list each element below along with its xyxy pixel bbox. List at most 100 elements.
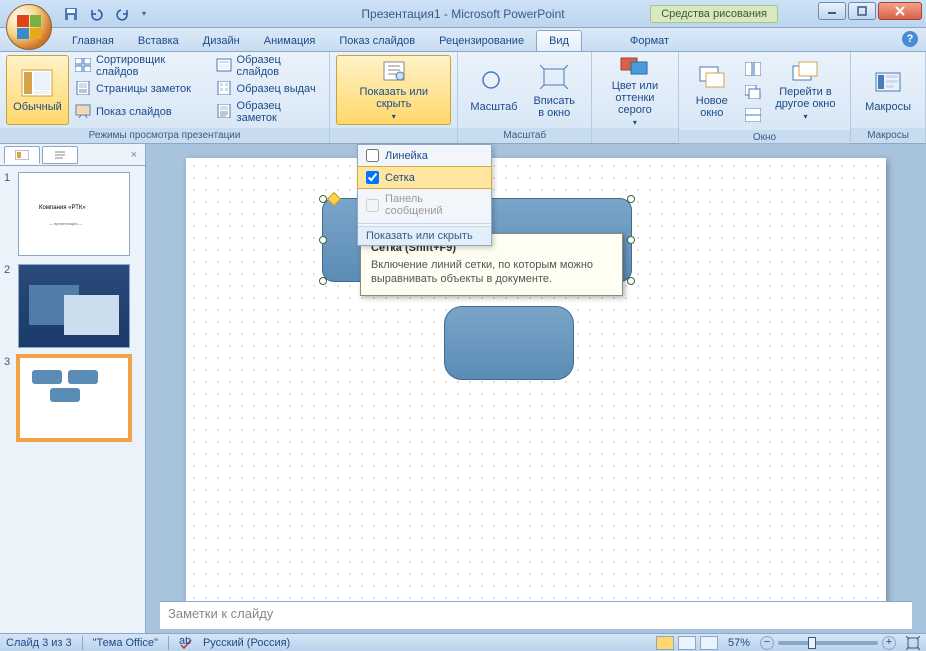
slide[interactable] bbox=[186, 158, 886, 601]
group-show-hide: Показать или скрыть▾ bbox=[330, 52, 458, 143]
fit-window-button[interactable]: Вписать в окно bbox=[523, 55, 585, 125]
cascade-button[interactable] bbox=[739, 82, 767, 104]
language-indicator[interactable]: Русский (Россия) bbox=[203, 637, 290, 649]
zoom-button[interactable]: Масштаб bbox=[464, 55, 523, 125]
cascade-icon bbox=[745, 85, 761, 101]
normal-view-icon bbox=[21, 67, 53, 99]
group-color: Цвет или оттенки серого▾ bbox=[592, 52, 679, 143]
fit-to-window-status-button[interactable] bbox=[906, 636, 920, 650]
panel-close-button[interactable]: × bbox=[127, 149, 141, 161]
undo-button[interactable] bbox=[86, 3, 108, 25]
macros-icon bbox=[872, 67, 904, 99]
group-label-views: Режимы просмотра презентации bbox=[0, 128, 329, 143]
adjust-handle[interactable] bbox=[327, 192, 341, 206]
tab-insert[interactable]: Вставка bbox=[126, 31, 191, 51]
tab-home[interactable]: Главная bbox=[60, 31, 126, 51]
notes-page-icon bbox=[75, 81, 91, 97]
resize-handle-nw[interactable] bbox=[319, 195, 327, 203]
color-grayscale-button[interactable]: Цвет или оттенки серого▾ bbox=[598, 55, 672, 125]
arrange-all-button[interactable] bbox=[739, 59, 767, 81]
new-window-button[interactable]: Новое окно bbox=[685, 55, 739, 125]
zoom-slider[interactable] bbox=[778, 641, 878, 645]
zoom-slider-thumb[interactable] bbox=[808, 637, 816, 649]
group-zoom: Масштаб Вписать в окно Масштаб bbox=[458, 52, 592, 143]
chevron-down-icon: ▾ bbox=[392, 112, 396, 121]
ruler-checkbox[interactable] bbox=[366, 149, 379, 162]
zoom-out-button[interactable]: − bbox=[760, 636, 774, 650]
quick-access-toolbar: ▾ bbox=[60, 0, 150, 27]
maximize-button[interactable] bbox=[848, 2, 876, 20]
tab-animation[interactable]: Анимация bbox=[252, 31, 328, 51]
tooltip-body: Включение линий сетки, по которым можно … bbox=[371, 258, 612, 287]
group-window: Новое окно Перейти в другое окно▾ Окно bbox=[679, 52, 851, 143]
slide-master-button[interactable]: Образец слайдов bbox=[210, 55, 324, 77]
message-bar-checkbox bbox=[366, 199, 379, 212]
arrange-icon bbox=[745, 62, 761, 78]
resize-handle-se[interactable] bbox=[627, 277, 635, 285]
notes-master-button[interactable]: Образец заметок bbox=[210, 101, 324, 123]
slide-counter[interactable]: Слайд 3 из 3 bbox=[6, 637, 72, 649]
panel-tabs: × bbox=[0, 144, 145, 166]
close-button[interactable] bbox=[878, 2, 922, 20]
notes-master-icon bbox=[216, 104, 232, 120]
tab-slideshow[interactable]: Показ слайдов bbox=[327, 31, 427, 51]
zoom-level[interactable]: 57% bbox=[728, 637, 750, 649]
notes-pane[interactable]: Заметки к слайду bbox=[160, 601, 912, 629]
new-window-icon bbox=[696, 61, 728, 93]
group-label-window: Окно bbox=[679, 130, 850, 145]
resize-handle-sw[interactable] bbox=[319, 277, 327, 285]
fit-window-icon bbox=[538, 61, 570, 93]
macros-button[interactable]: Макросы bbox=[857, 55, 919, 125]
switch-window-icon bbox=[789, 59, 821, 84]
normal-view-button[interactable]: Обычный bbox=[6, 55, 69, 125]
resize-handle-e[interactable] bbox=[627, 236, 635, 244]
slideshow-status-button[interactable] bbox=[700, 636, 718, 650]
slides-tab[interactable] bbox=[4, 146, 40, 164]
shape-2[interactable] bbox=[444, 306, 574, 380]
ruler-toggle[interactable]: Линейка bbox=[358, 145, 491, 166]
theme-name[interactable]: "Тема Office" bbox=[93, 637, 158, 649]
save-icon bbox=[64, 7, 78, 21]
notes-page-button[interactable]: Страницы заметок bbox=[69, 78, 206, 100]
tab-design[interactable]: Дизайн bbox=[191, 31, 252, 51]
tab-view[interactable]: Вид bbox=[536, 30, 582, 51]
spellcheck-icon[interactable]: ab bbox=[179, 637, 193, 649]
thumbnail-2[interactable] bbox=[18, 264, 130, 348]
color-icon bbox=[619, 54, 651, 78]
switch-window-button[interactable]: Перейти в другое окно▾ bbox=[767, 55, 844, 125]
titlebar: ▾ Презентация1 - Microsoft PowerPoint Ср… bbox=[0, 0, 926, 28]
slide-sorter-icon bbox=[75, 58, 91, 74]
message-bar-toggle[interactable]: Панель сообщений bbox=[358, 189, 491, 221]
resize-handle-w[interactable] bbox=[319, 236, 327, 244]
chevron-down-icon: ▾ bbox=[803, 112, 807, 121]
slide-sorter-button[interactable]: Сортировщик слайдов bbox=[69, 55, 206, 77]
zoom-in-button[interactable]: + bbox=[882, 636, 896, 650]
slides-panel: × 1Компания «РТК»— презентация — 2 3 bbox=[0, 144, 146, 633]
redo-button[interactable] bbox=[112, 3, 134, 25]
slide-canvas[interactable] bbox=[146, 144, 926, 601]
grid-checkbox[interactable] bbox=[366, 171, 379, 184]
zoom-icon bbox=[478, 67, 510, 99]
save-button[interactable] bbox=[60, 3, 82, 25]
grid-toggle[interactable]: Сетка bbox=[357, 166, 492, 189]
qat-customize-button[interactable]: ▾ bbox=[138, 3, 150, 25]
slideshow-button[interactable]: Показ слайдов bbox=[69, 101, 206, 123]
sorter-view-status-button[interactable] bbox=[678, 636, 696, 650]
tab-review[interactable]: Рецензирование bbox=[427, 31, 536, 51]
thumbnail-3[interactable] bbox=[18, 356, 130, 440]
office-button[interactable] bbox=[6, 4, 52, 50]
handout-master-button[interactable]: Образец выдач bbox=[210, 78, 324, 100]
handout-master-icon bbox=[216, 81, 232, 97]
show-hide-button[interactable]: Показать или скрыть▾ bbox=[336, 55, 451, 125]
move-split-button[interactable] bbox=[739, 105, 767, 127]
split-icon bbox=[745, 108, 761, 124]
group-presentation-views: Обычный Сортировщик слайдов Страницы зам… bbox=[0, 52, 330, 143]
resize-handle-ne[interactable] bbox=[627, 195, 635, 203]
help-button[interactable]: ? bbox=[902, 31, 918, 47]
normal-view-status-button[interactable] bbox=[656, 636, 674, 650]
minimize-button[interactable] bbox=[818, 2, 846, 20]
outline-tab[interactable] bbox=[42, 146, 78, 164]
window-controls bbox=[818, 2, 922, 20]
tab-format[interactable]: Формат bbox=[618, 31, 681, 51]
thumbnail-1[interactable]: Компания «РТК»— презентация — bbox=[18, 172, 130, 256]
